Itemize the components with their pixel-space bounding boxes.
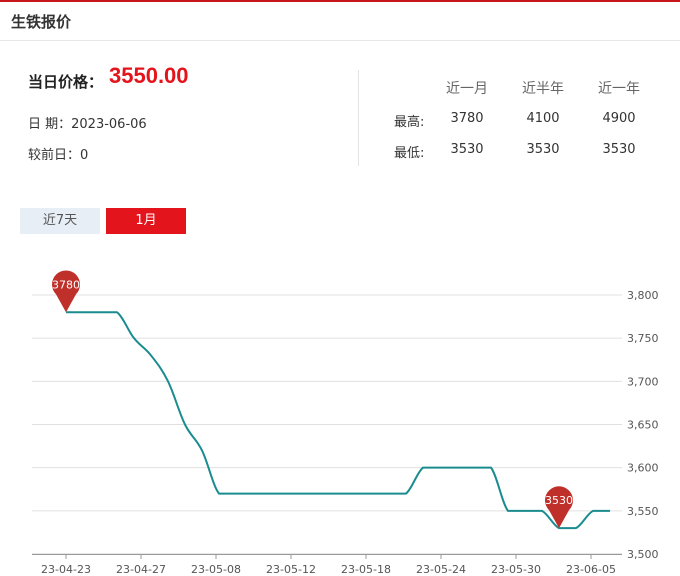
pin-label: 3780 xyxy=(52,278,80,291)
y-tick-label: 3,700 xyxy=(627,375,659,388)
change-label: 较前日： xyxy=(28,148,81,163)
x-tick-label: 23-06-05 xyxy=(566,563,616,576)
date-label: 日 期： xyxy=(28,117,72,132)
y-tick-label: 3,650 xyxy=(627,419,659,432)
x-tick-label: 23-04-23 xyxy=(41,563,91,576)
date-value: 2023-06-06 xyxy=(71,117,147,132)
change-row: 较前日：0 xyxy=(28,144,88,163)
header: 生铁报价 xyxy=(0,2,680,41)
price-series-line xyxy=(66,311,610,530)
stats-col-year: 近一年 xyxy=(598,81,640,97)
x-tick-label: 23-05-24 xyxy=(416,563,466,576)
price-line-chart: 3,500 3,550 3,600 3,650 3,700 3,750 3,800 23-04… xyxy=(32,270,659,576)
stats-col-halfyear: 近半年 xyxy=(522,81,564,97)
x-tick-label: 23-05-08 xyxy=(191,563,241,576)
x-tick-label: 23-05-12 xyxy=(266,563,316,576)
pin-label: 3530 xyxy=(545,494,573,507)
tab-7-days[interactable]: 近7天 xyxy=(20,208,100,234)
stats-col-month: 近一月 xyxy=(446,81,488,97)
stats-high-halfyear: 4100 xyxy=(526,111,560,126)
max-pin-marker: 3780 xyxy=(52,270,80,313)
stats-high-month: 3780 xyxy=(450,111,484,126)
x-tick-label: 23-05-18 xyxy=(341,563,391,576)
min-pin-marker: 3530 xyxy=(545,486,573,529)
stats-row-high-label: 最高: xyxy=(394,115,425,130)
y-tick-label: 3,500 xyxy=(627,548,659,561)
x-tick-label: 23-04-27 xyxy=(116,563,166,576)
date-row: 日 期：2023-06-06 xyxy=(28,113,147,132)
tab-1-month[interactable]: 1月 xyxy=(106,208,186,234)
stats-divider xyxy=(358,70,359,166)
stats-high-year: 4900 xyxy=(602,111,636,126)
y-tick-label: 3,600 xyxy=(627,462,659,475)
y-tick-label: 3,750 xyxy=(627,332,659,345)
stats-low-year: 3530 xyxy=(602,142,636,157)
stats-low-halfyear: 3530 xyxy=(526,142,560,157)
page-title: 生铁报价 xyxy=(11,13,72,31)
price-label: 当日价格： xyxy=(28,73,104,91)
stats-low-month: 3530 xyxy=(450,142,484,157)
pin-shape xyxy=(52,270,80,313)
y-tick-label: 3,800 xyxy=(627,289,659,302)
pin-shape xyxy=(545,486,573,529)
change-value: 0 xyxy=(80,148,89,163)
y-tick-label: 3,550 xyxy=(627,505,659,518)
price-value: 3550.00 xyxy=(109,63,189,88)
x-tick-label: 23-05-30 xyxy=(491,563,541,576)
stats-row-low-label: 最低: xyxy=(394,146,425,161)
